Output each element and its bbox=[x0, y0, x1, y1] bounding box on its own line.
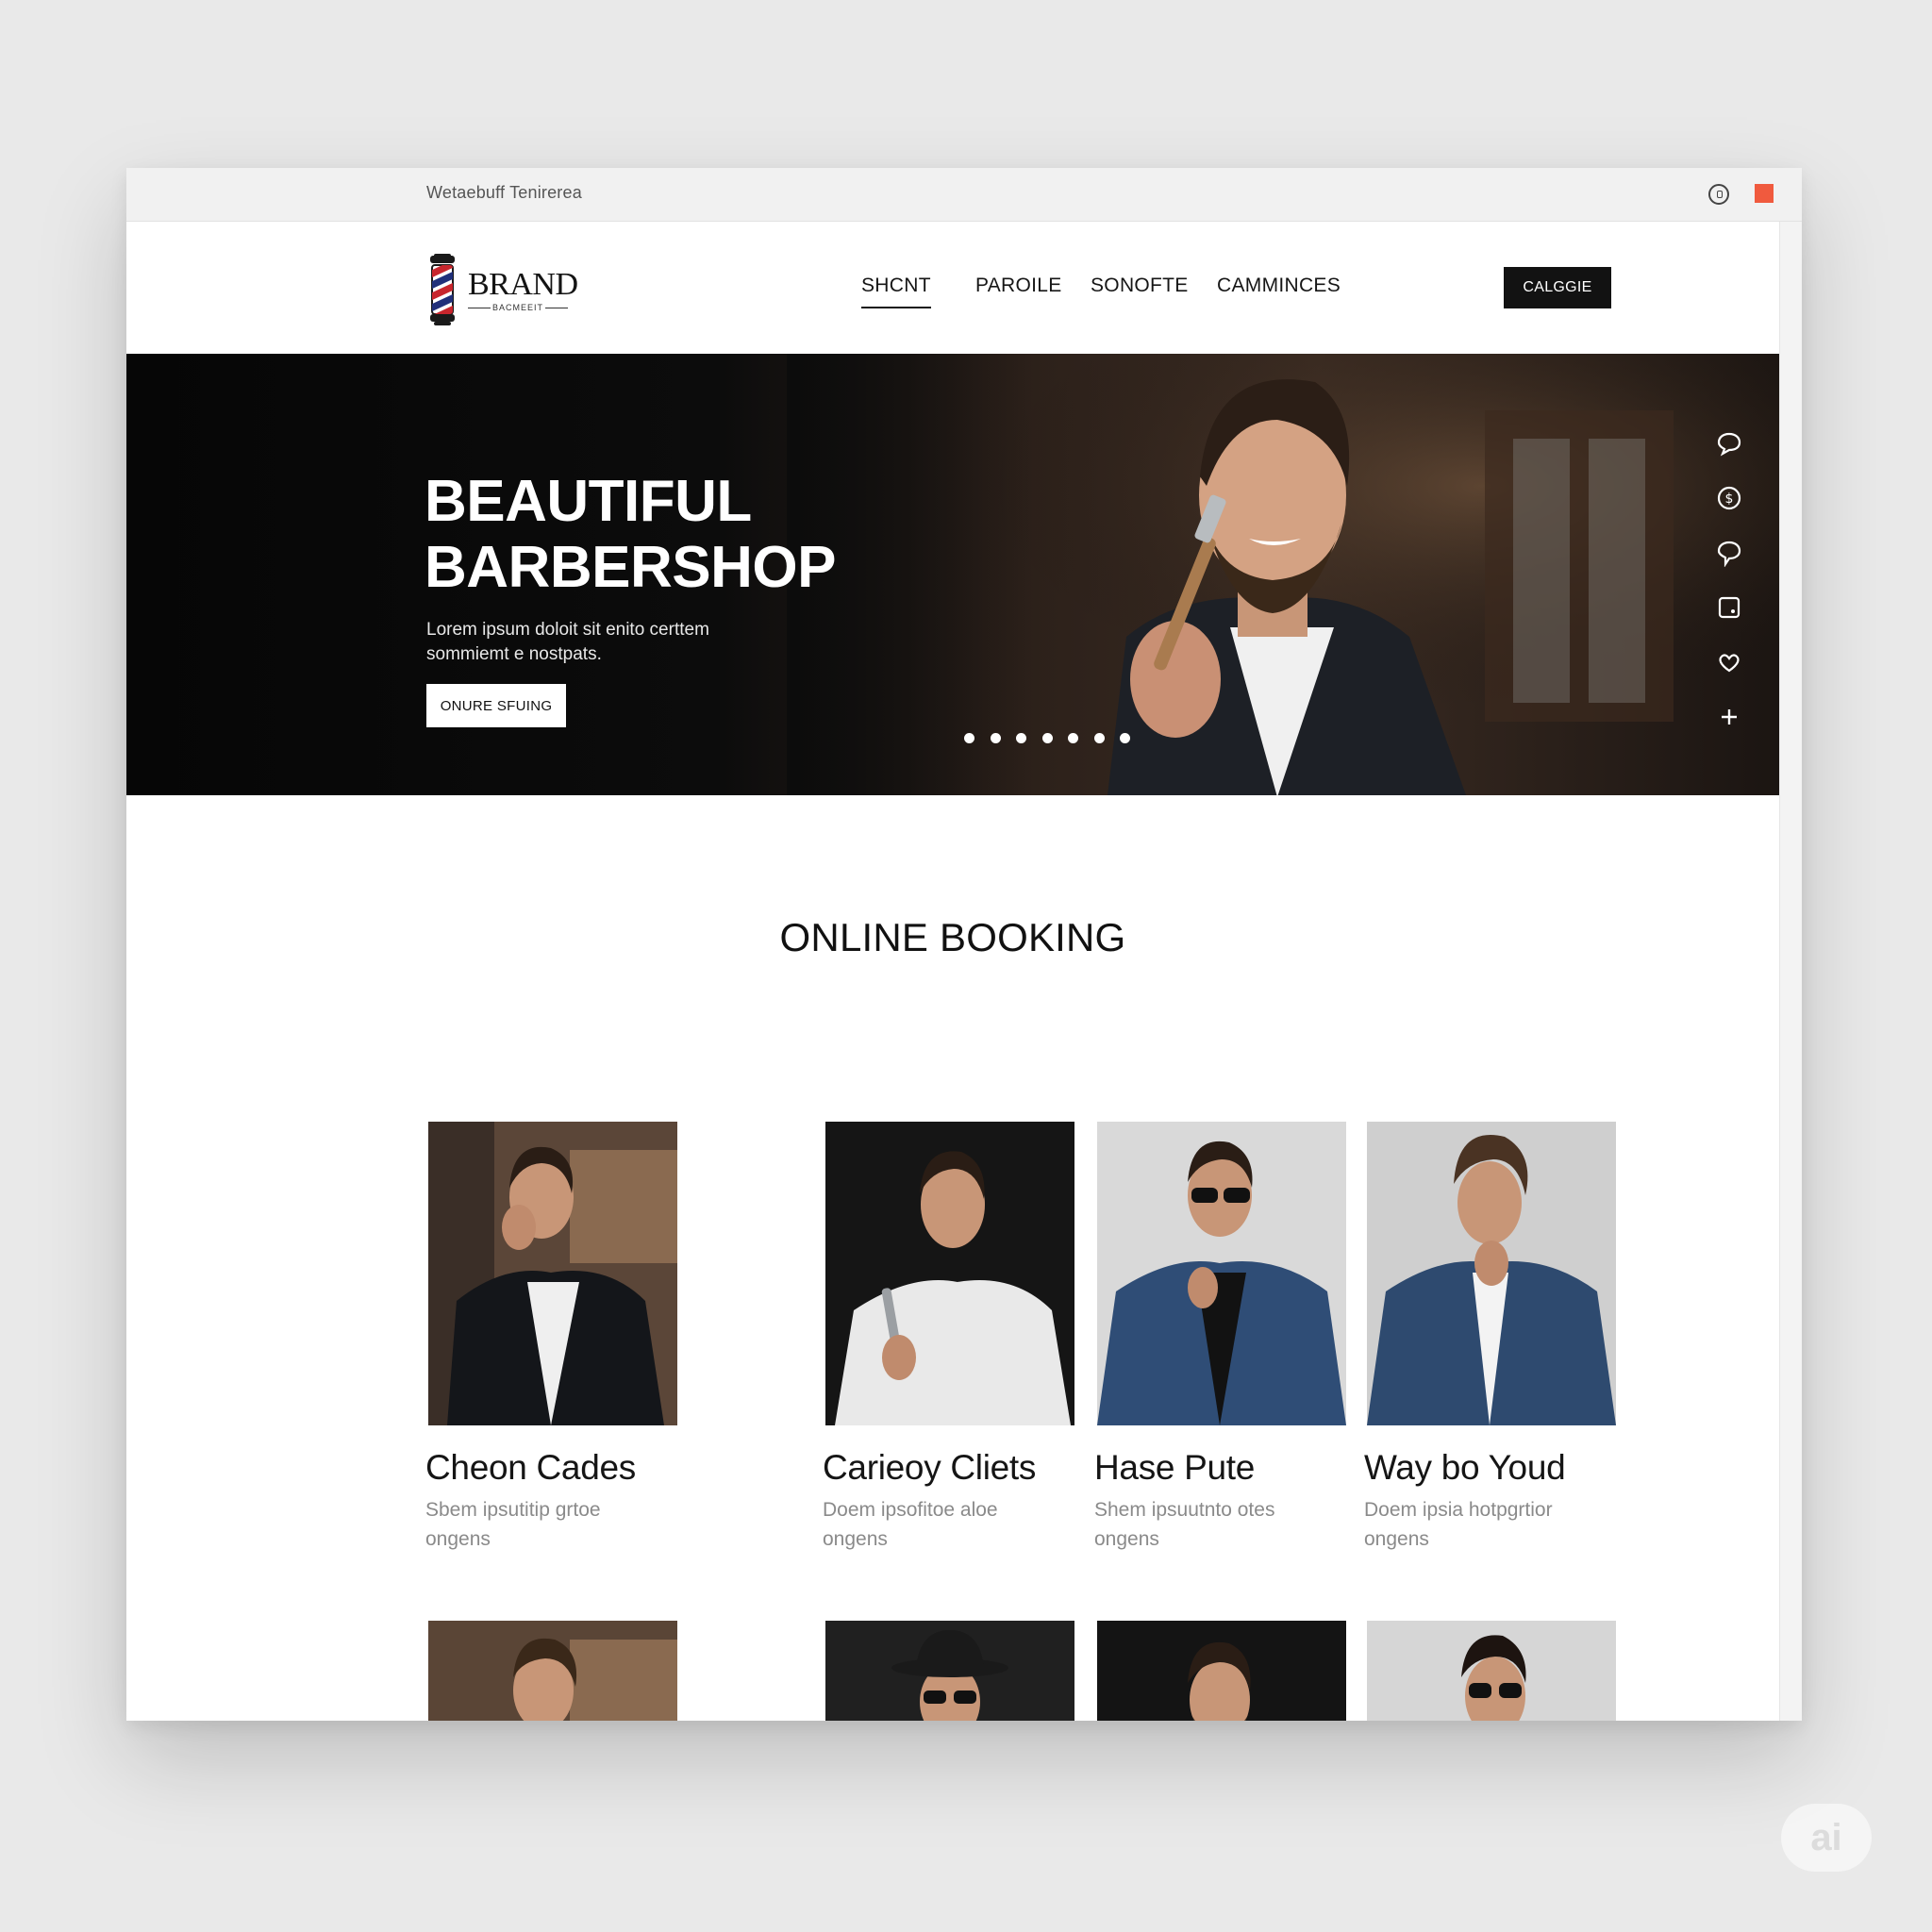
svg-text:$: $ bbox=[1725, 491, 1734, 507]
barber-desc-line: ongens bbox=[1094, 1528, 1159, 1550]
barber-photo-2 bbox=[825, 1122, 1074, 1425]
hero-desc-line-1: Lorem ipsum doloit sit enito certtem bbox=[426, 620, 709, 640]
barber-description: Doem ipsofitoe aloe ongens bbox=[823, 1495, 1087, 1554]
header-cta-button[interactable]: CALGGIE bbox=[1504, 267, 1611, 308]
ai-watermark: ai bbox=[1781, 1804, 1872, 1872]
browser-window: Wetaebuff Tenirerea BRAND BACMEEIT SHCNT… bbox=[126, 168, 1802, 1721]
barber-name: Carieoy Cliets bbox=[823, 1448, 1037, 1487]
barber-pole-icon bbox=[430, 254, 455, 325]
barber-photo-3 bbox=[1097, 1122, 1346, 1425]
barber-photo-6[interactable] bbox=[825, 1621, 1074, 1721]
hero-title: BEAUTIFUL BARBERSHOP bbox=[425, 469, 836, 601]
hero-banner: BEAUTIFUL BARBERSHOP Lorem ipsum doloit … bbox=[126, 354, 1779, 795]
barber-description: Sbem ipsutitip grtoe ongens bbox=[425, 1495, 690, 1554]
section-title-online-booking: ONLINE BOOKING bbox=[779, 915, 1126, 959]
slider-dot[interactable] bbox=[1016, 733, 1026, 743]
hero-booking-button[interactable]: ONURE SFUING bbox=[426, 684, 566, 727]
nav-item-shcnt[interactable]: SHCNT bbox=[861, 275, 931, 308]
barber-description: Doem ipsia hotpgrtior ongens bbox=[1364, 1495, 1628, 1554]
barber-desc-line: ongens bbox=[1364, 1528, 1429, 1550]
nav-item-paroile[interactable]: PAROILE bbox=[975, 275, 1062, 297]
slider-dot[interactable] bbox=[964, 733, 974, 743]
chat-bubble-icon[interactable] bbox=[1715, 429, 1743, 458]
plus-icon[interactable] bbox=[1715, 703, 1743, 731]
slider-dot[interactable] bbox=[990, 733, 1001, 743]
barber-description: Shem ipsuutnto otes ongens bbox=[1094, 1495, 1358, 1554]
barber-desc-line: Sbem ipsutitip grtoe bbox=[425, 1499, 601, 1521]
slider-dot[interactable] bbox=[1068, 733, 1078, 743]
window-title: Wetaebuff Tenirerea bbox=[426, 183, 582, 202]
barber-photo-1 bbox=[428, 1122, 677, 1425]
nav-item-camminces[interactable]: CAMMINCES bbox=[1217, 275, 1341, 297]
hero-title-line-1: BEAUTIFUL bbox=[425, 469, 752, 534]
barber-name: Hase Pute bbox=[1094, 1448, 1256, 1487]
barber-photo-4 bbox=[1367, 1122, 1616, 1425]
title-bar: Wetaebuff Tenirerea bbox=[126, 168, 1802, 222]
barber-desc-line: ongens bbox=[823, 1528, 888, 1550]
nav-item-sonofte[interactable]: SONOFTE bbox=[1091, 275, 1189, 297]
heart-hand-icon[interactable] bbox=[1715, 648, 1743, 676]
web-page: BRAND BACMEEIT SHCNT PAROILE SONOFTE CAM… bbox=[126, 222, 1779, 1721]
info-icon[interactable] bbox=[1708, 184, 1729, 205]
scrollbar[interactable] bbox=[1779, 222, 1802, 1721]
site-header: BRAND BACMEEIT SHCNT PAROILE SONOFTE CAM… bbox=[126, 222, 1779, 354]
close-button[interactable] bbox=[1755, 184, 1774, 203]
barber-desc-line: ongens bbox=[425, 1528, 491, 1550]
barber-photo-5[interactable] bbox=[428, 1621, 677, 1721]
barber-name: Way bo Youd bbox=[1364, 1448, 1566, 1487]
barber-photo-7[interactable] bbox=[1097, 1621, 1346, 1721]
slider-dot[interactable] bbox=[1093, 733, 1105, 743]
barber-desc-line: Shem ipsuutnto otes bbox=[1094, 1499, 1275, 1521]
hero-description: Lorem ipsum doloit sit enito certtem som… bbox=[426, 618, 823, 667]
speech-icon[interactable] bbox=[1715, 539, 1743, 567]
dollar-coin-icon[interactable]: $ bbox=[1715, 484, 1743, 512]
hero-title-line-2: BARBERSHOP bbox=[425, 535, 836, 600]
hero-photo-barber bbox=[787, 354, 1779, 795]
brand-subtitle: BACMEEIT bbox=[468, 303, 568, 312]
hero-desc-line-2: sommiemt e nostpats. bbox=[426, 644, 602, 664]
brand-logo[interactable]: BRAND BACMEEIT bbox=[426, 254, 587, 325]
barber-desc-line: Doem ipsia hotpgrtior bbox=[1364, 1499, 1553, 1521]
slider-dot[interactable] bbox=[1120, 733, 1130, 743]
square-icon[interactable] bbox=[1715, 593, 1743, 622]
slider-dot[interactable] bbox=[1041, 733, 1053, 743]
barber-desc-line: Doem ipsofitoe aloe bbox=[823, 1499, 998, 1521]
barber-name: Cheon Cades bbox=[425, 1448, 636, 1487]
barber-photo-8[interactable] bbox=[1367, 1621, 1616, 1721]
brand-name: BRAND bbox=[468, 267, 578, 302]
